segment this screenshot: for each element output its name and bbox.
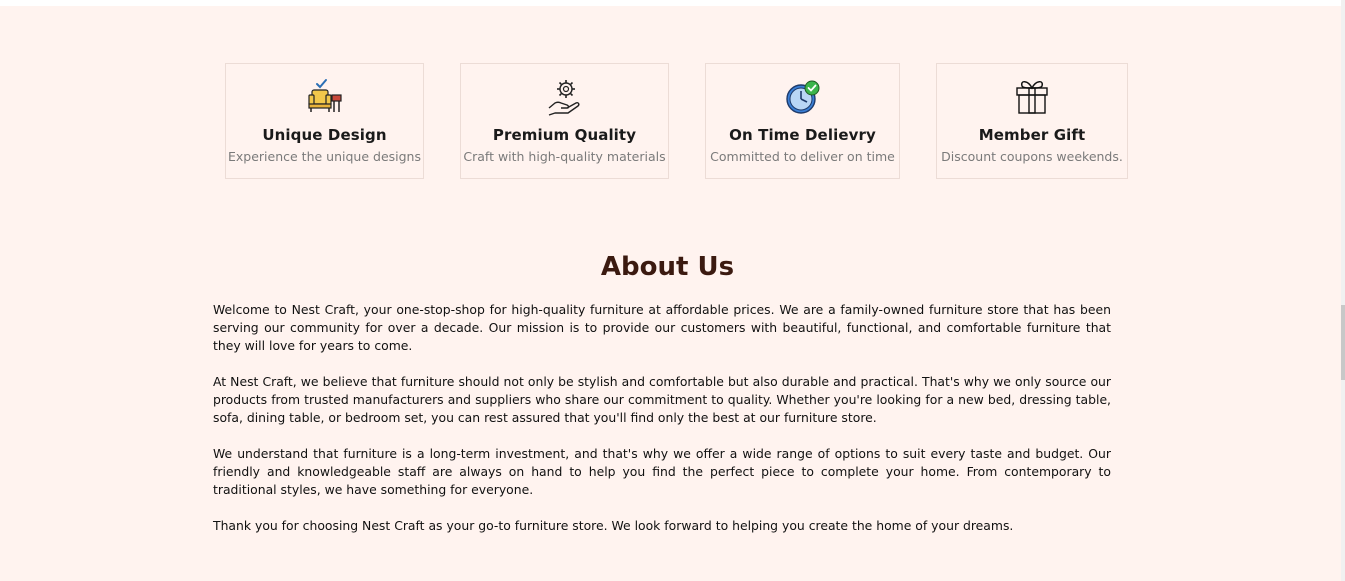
- feature-title: Premium Quality: [492, 126, 637, 144]
- feature-title: Member Gift: [978, 126, 1086, 144]
- feature-title: Unique Design: [262, 126, 387, 144]
- about-us-body: Welcome to Nest Craft, your one-stop-sho…: [213, 301, 1111, 553]
- about-paragraph: At Nest Craft, we believe that furniture…: [213, 374, 1111, 425]
- chair-design-icon: [307, 79, 342, 112]
- feature-card-unique-design: Unique Design Experience the unique desi…: [225, 63, 424, 179]
- page-scrollbar[interactable]: [1341, 0, 1345, 581]
- scrollbar-thumb[interactable]: [1341, 305, 1345, 380]
- feature-subtitle: Craft with high-quality materials: [463, 149, 666, 164]
- feature-subtitle: Discount coupons weekends.: [941, 149, 1123, 164]
- features-row: Unique Design Experience the unique desi…: [0, 63, 1345, 181]
- about-paragraph: Welcome to Nest Craft, your one-stop-sho…: [213, 302, 1111, 353]
- feature-card-premium-quality: Premium Quality Craft with high-quality …: [460, 63, 669, 179]
- feature-subtitle: Experience the unique designs: [228, 149, 421, 164]
- feature-card-member-gift: Member Gift Discount coupons weekends.: [936, 63, 1128, 179]
- about-paragraph: Thank you for choosing Nest Craft as you…: [213, 518, 1014, 533]
- clock-check-icon: [785, 80, 819, 114]
- page-content: Unique Design Experience the unique desi…: [0, 6, 1345, 581]
- about-paragraph: We understand that furniture is a long-t…: [213, 446, 1111, 497]
- hand-gear-quality-icon: [548, 80, 580, 116]
- feature-subtitle: Committed to deliver on time: [710, 149, 895, 164]
- feature-title: On Time Delievry: [729, 126, 876, 144]
- feature-card-on-time-delivery: On Time Delievry Committed to deliver on…: [705, 63, 900, 179]
- about-us-heading: About Us: [600, 252, 735, 282]
- gift-box-icon: [1016, 81, 1048, 114]
